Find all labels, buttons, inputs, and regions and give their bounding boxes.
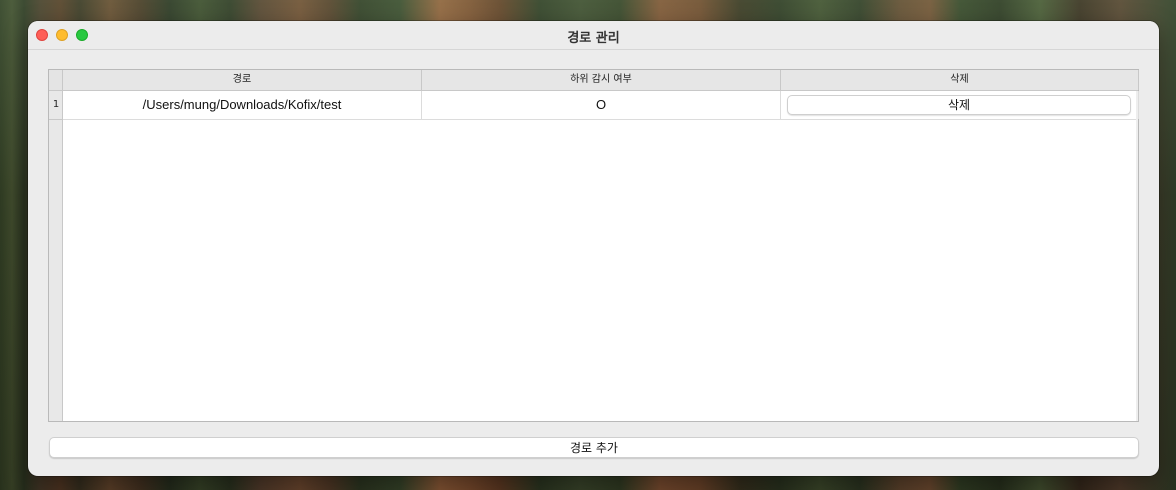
watch-subfolders-cell[interactable]: O (422, 91, 781, 119)
delete-row-button[interactable]: 삭제 (787, 95, 1131, 115)
column-header-path[interactable]: 경로 (63, 70, 422, 90)
column-header-watch-subfolders[interactable]: 하위 감시 여부 (422, 70, 781, 90)
table-corner[interactable] (49, 70, 63, 91)
table-row[interactable]: /Users/mung/Downloads/Kofix/test O 삭제 (63, 91, 1139, 120)
window-title: 경로 관리 (567, 31, 620, 46)
title-bar[interactable]: 경로 관리 (28, 21, 1159, 50)
path-manager-window: 경로 관리 경로 하위 감시 여부 삭제 1 /Users/mung/Downl… (28, 21, 1159, 476)
table-header: 경로 하위 감시 여부 삭제 (63, 70, 1139, 91)
row-number[interactable]: 1 (49, 91, 63, 120)
add-path-button[interactable]: 경로 추가 (49, 437, 1139, 458)
column-header-delete[interactable]: 삭제 (781, 70, 1139, 90)
path-cell[interactable]: /Users/mung/Downloads/Kofix/test (63, 91, 422, 119)
table-right-edge (1136, 91, 1138, 421)
delete-cell: 삭제 (781, 91, 1139, 119)
row-header-column (49, 91, 63, 421)
path-table: 경로 하위 감시 여부 삭제 1 /Users/mung/Downloads/K… (48, 69, 1139, 422)
